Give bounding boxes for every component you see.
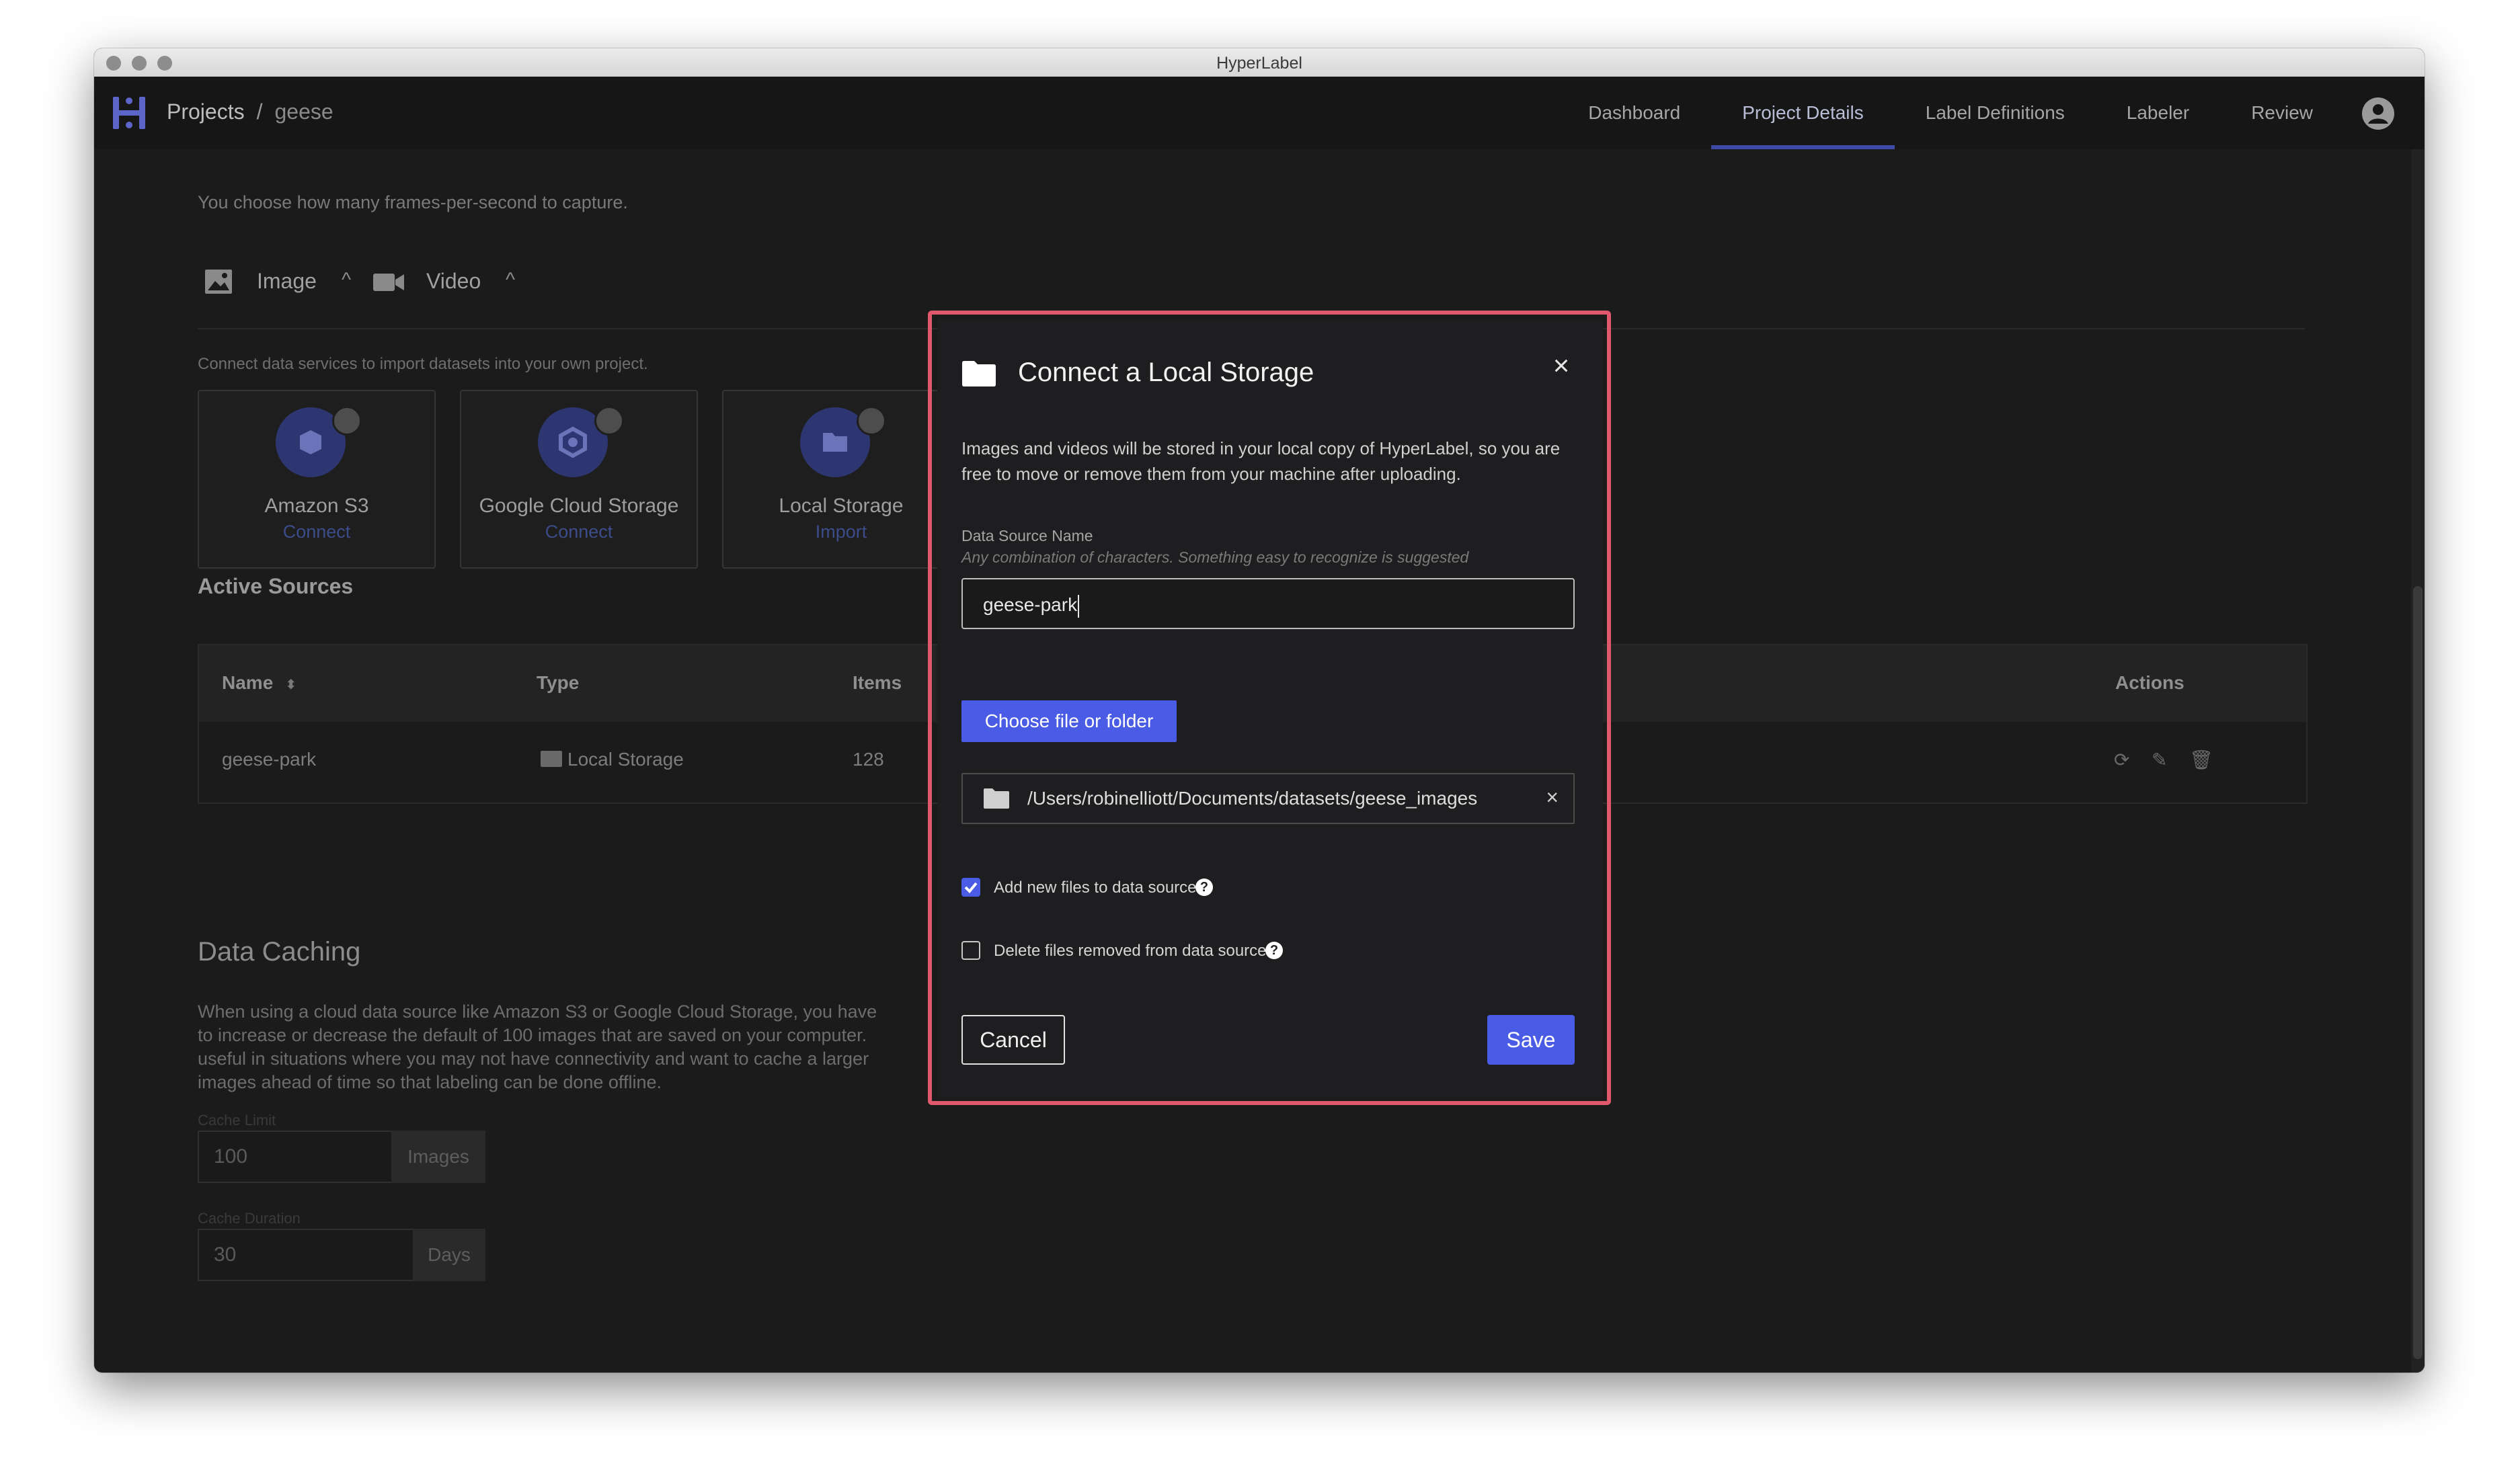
chevron-up-icon[interactable]: ^: [506, 269, 515, 292]
media-type-video[interactable]: Video: [426, 269, 481, 294]
tab-labeler[interactable]: Labeler: [2096, 77, 2220, 149]
source-card-amazon-s3[interactable]: Amazon S3 Connect: [198, 390, 436, 569]
tab-project-details[interactable]: Project Details: [1711, 77, 1895, 149]
upload-arrow-icon: [857, 406, 886, 436]
connect-local-storage-modal: Connect a Local Storage × Images and vid…: [937, 319, 1603, 1098]
cache-limit-label: Cache Limit: [198, 1112, 276, 1129]
window-title: HyperLabel: [1216, 54, 1302, 73]
source-card-google-cloud-storage[interactable]: Google Cloud Storage Connect: [460, 390, 698, 569]
cache-duration-unit: Days: [413, 1229, 485, 1281]
delete-removed-files-label[interactable]: Delete files removed from data source: [994, 942, 1267, 961]
user-avatar-icon[interactable]: [2361, 97, 2395, 130]
close-icon[interactable]: ×: [1548, 352, 1575, 380]
edit-icon[interactable]: ✎: [2152, 749, 2167, 771]
cache-limit-input[interactable]: 100: [198, 1131, 397, 1183]
cache-duration-input[interactable]: 30: [198, 1229, 418, 1281]
video-camera-icon: [373, 274, 404, 291]
source-card-local-storage[interactable]: Local Storage Import: [722, 390, 960, 569]
data-caching-heading: Data Caching: [198, 937, 361, 967]
active-sources-heading: Active Sources: [198, 574, 354, 598]
cache-limit-unit: Images: [391, 1131, 485, 1183]
source-card-title: Local Storage: [779, 495, 904, 517]
folder-icon: [962, 361, 996, 386]
title-bar: HyperLabel: [94, 48, 2425, 77]
column-header-name[interactable]: Name ⬍: [222, 672, 297, 694]
capture-hint-text: You choose how many frames-per-second to…: [198, 192, 628, 212]
add-new-files-checkbox[interactable]: [961, 878, 980, 897]
hyperlabel-logo-icon[interactable]: [112, 94, 147, 132]
data-caching-description: When using a cloud data source like Amaz…: [198, 1002, 877, 1092]
cancel-button[interactable]: Cancel: [961, 1015, 1065, 1065]
connect-services-text: Connect data services to import datasets…: [198, 355, 648, 373]
cache-duration-label: Cache Duration: [198, 1210, 301, 1227]
source-card-action[interactable]: Connect: [199, 522, 434, 542]
modal-title: Connect a Local Storage: [1018, 358, 1314, 387]
sort-icon[interactable]: ⬍: [285, 678, 297, 692]
column-header-type: Type: [537, 672, 580, 693]
data-source-name-hint: Any combination of characters. Something…: [961, 548, 1469, 566]
delete-removed-files-checkbox[interactable]: [961, 941, 980, 960]
scrollbar-thumb[interactable]: [2413, 586, 2423, 1359]
checkmark-icon: [964, 882, 978, 893]
chevron-up-icon[interactable]: ^: [342, 269, 351, 292]
link-icon: [594, 406, 624, 436]
modal-description: Images and videos will be stored in your…: [961, 438, 1561, 484]
data-source-name-label: Data Source Name: [961, 527, 1093, 544]
breadcrumb-projects-link[interactable]: Projects: [167, 99, 245, 124]
selected-path-field: /Users/robinelliott/Documents/datasets/g…: [961, 773, 1575, 824]
row-source-name: geese-park: [222, 749, 317, 770]
column-header-actions: Actions: [2115, 672, 2184, 693]
column-header-items: Items: [853, 672, 902, 693]
media-type-image[interactable]: Image: [257, 269, 317, 294]
image-icon: [205, 270, 232, 294]
remove-path-icon[interactable]: ×: [1546, 785, 1559, 810]
source-card-title: Amazon S3: [264, 495, 369, 517]
refresh-icon[interactable]: ⟳: [2114, 749, 2129, 771]
source-card-action[interactable]: Connect: [461, 522, 697, 542]
top-navbar: Projects / geese Dashboard Project Details…: [94, 77, 2425, 149]
row-source-items: 128: [853, 749, 884, 770]
breadcrumb-current: geese: [274, 99, 333, 124]
data-source-name-input[interactable]: geese-park: [961, 578, 1575, 629]
breadcrumb-separator: /: [256, 99, 263, 124]
tab-dashboard[interactable]: Dashboard: [1557, 77, 1711, 149]
selected-path-text: /Users/robinelliott/Documents/datasets/g…: [1027, 788, 1478, 809]
breadcrumb: Projects / geese: [167, 99, 333, 124]
help-circle-icon[interactable]: ?: [1265, 942, 1283, 959]
link-icon: [332, 406, 362, 436]
source-card-title: Google Cloud Storage: [479, 495, 679, 517]
choose-file-or-folder-button[interactable]: Choose file or folder: [961, 700, 1177, 742]
trash-icon[interactable]: 🗑: [2189, 749, 2213, 771]
scrollbar[interactable]: [2411, 149, 2425, 1373]
save-button[interactable]: Save: [1487, 1015, 1575, 1065]
tab-review[interactable]: Review: [2220, 77, 2344, 149]
add-new-files-label[interactable]: Add new files to data source: [994, 879, 1197, 897]
nav-tabs: Dashboard Project Details Label Definiti…: [1557, 77, 2344, 149]
row-source-type: Local Storage: [541, 749, 684, 770]
folder-icon: [984, 788, 1009, 809]
help-circle-icon[interactable]: ?: [1195, 879, 1213, 896]
folder-icon: [541, 751, 562, 767]
source-card-action[interactable]: Import: [723, 522, 959, 542]
text-caret: [1078, 594, 1080, 618]
tab-label-definitions[interactable]: Label Definitions: [1895, 77, 2096, 149]
